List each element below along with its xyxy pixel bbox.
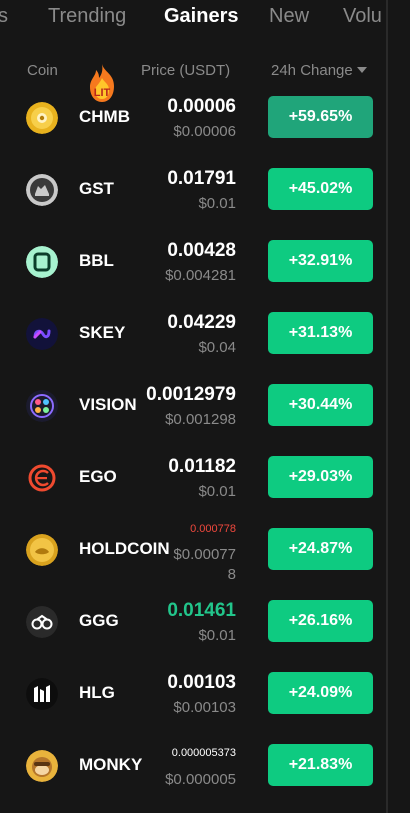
coin-symbol: BBL (79, 251, 114, 270)
coin-price: 0.00006 (167, 96, 236, 117)
change-badge[interactable]: +32.91% (268, 240, 373, 282)
tab-volume[interactable]: Volu (343, 5, 382, 28)
tab-gainers[interactable]: Gainers (164, 5, 238, 28)
change-badge[interactable]: +31.13% (268, 312, 373, 354)
coin-usd-price: $0.01 (198, 627, 236, 644)
coin-usd-price: $0.01 (198, 195, 236, 212)
coin-symbol: VISION (79, 395, 137, 414)
column-header-coin[interactable]: Coin (27, 62, 58, 79)
coin-usd-price: $0.001298 (165, 411, 236, 428)
table-row[interactable]: HLG 0.00103 $0.00103 +24.09% (0, 658, 386, 730)
bbl-coin-icon (26, 246, 58, 278)
coin-price: 0.000005373 (171, 747, 236, 759)
table-row[interactable]: HOLDCOIN 0.000778 $0.00077 8 +24.87% (0, 514, 386, 586)
coin-symbol: HLG (79, 683, 115, 702)
change-badge[interactable]: +21.83% (268, 744, 373, 786)
coin-usd-price: $0.00006 (173, 123, 236, 140)
market-tabs: s Trending Gainers New Volu (0, 0, 410, 40)
coin-usd-price: $0.01 (198, 483, 236, 500)
coin-usd-price: $0.04 (198, 339, 236, 356)
coin-usd-price: $0.000005 (165, 771, 236, 788)
coin-price: 0.01182 (168, 456, 236, 477)
change-badge[interactable]: +26.16% (268, 600, 373, 642)
coin-usd-price-wrap: 8 (227, 566, 236, 583)
change-badge[interactable]: +45.02% (268, 168, 373, 210)
column-header-change[interactable]: 24h Change (271, 62, 367, 79)
coin-usd-price: $0.004281 (165, 267, 236, 284)
table-row[interactable]: GST 0.01791 $0.01 +45.02% (0, 154, 386, 226)
table-row[interactable]: GGG 0.01461 $0.01 +26.16% (0, 586, 386, 658)
table-row[interactable]: EGO 0.01182 $0.01 +29.03% (0, 442, 386, 514)
hlg-coin-icon (26, 678, 58, 710)
coin-price: 0.04229 (167, 312, 236, 333)
coin-symbol: SKEY (79, 323, 126, 342)
coin-price: 0.01461 (167, 600, 236, 621)
sort-caret-icon (356, 67, 367, 73)
ego-coin-icon (26, 462, 58, 494)
coin-price: 0.000778 (190, 523, 236, 535)
list-right-edge (386, 0, 388, 813)
skey-coin-icon (26, 318, 58, 350)
coin-symbol: MONKY (79, 755, 143, 774)
table-row[interactable]: MONKY 0.000005373 $0.000005 +21.83% (0, 730, 386, 802)
column-header-price[interactable]: Price (USDT) (141, 62, 230, 79)
coin-symbol: EGO (79, 467, 117, 486)
change-badge[interactable]: +30.44% (268, 384, 373, 426)
tab-partial-left[interactable]: s (0, 5, 8, 28)
table-row[interactable]: BBL 0.00428 $0.004281 +32.91% (0, 226, 386, 298)
gst-coin-icon (26, 174, 58, 206)
tab-new[interactable]: New (269, 5, 309, 28)
chmb-coin-icon (26, 102, 58, 134)
tab-trending[interactable]: Trending (48, 5, 126, 28)
ggg-coin-icon (26, 606, 58, 638)
coin-price: 0.01791 (167, 168, 236, 189)
coin-price: 0.00428 (167, 240, 236, 261)
table-row[interactable]: CHMB 0.00006 $0.00006 +59.65% (0, 82, 386, 154)
coin-symbol: CHMB (79, 107, 130, 126)
coin-symbol: GGG (79, 611, 119, 630)
change-badge[interactable]: +29.03% (268, 456, 373, 498)
coin-symbol: HOLDCOIN (79, 539, 170, 558)
change-badge[interactable]: +59.65% (268, 96, 373, 138)
table-row[interactable]: VISION 0.0012979 $0.001298 +30.44% (0, 370, 386, 442)
coin-price: 0.00103 (167, 672, 236, 693)
holdcoin-coin-icon (26, 534, 58, 566)
change-badge[interactable]: +24.87% (268, 528, 373, 570)
coin-usd-price: $0.00103 (173, 699, 236, 716)
vision-coin-icon (26, 390, 58, 422)
column-header-change-label: 24h Change (271, 62, 353, 79)
table-row[interactable]: SKEY 0.04229 $0.04 +31.13% (0, 298, 386, 370)
change-badge[interactable]: +24.09% (268, 672, 373, 714)
coin-symbol: GST (79, 179, 114, 198)
coin-usd-price: $0.00077 (173, 546, 236, 563)
monky-coin-icon (26, 750, 58, 782)
coin-price: 0.0012979 (146, 384, 236, 405)
